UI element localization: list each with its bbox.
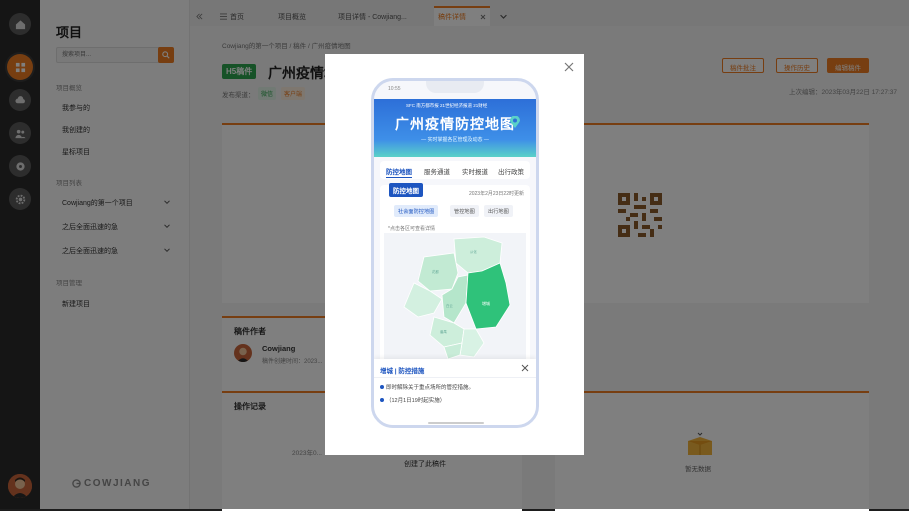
phone-map-card: 防控地图 2023年2月23日22时更新 社会面防控地图 管控地图 出行地图 *…: [380, 183, 530, 367]
location-pin-icon: [510, 116, 520, 128]
phone-notch: [426, 81, 484, 93]
svg-text:花都: 花都: [432, 269, 439, 274]
phone-nav-report[interactable]: 实时报道: [462, 166, 488, 176]
bullet-icon: [380, 385, 384, 389]
phone-preview: 10:55 SFC 南方都市报 21世纪经济报道 21财经 广州疫情防控地图 —…: [371, 78, 539, 428]
media-logos: SFC 南方都市报 21世纪经济报道 21财经: [406, 103, 488, 108]
subtab-control[interactable]: 管控地图: [450, 205, 479, 217]
district-popup: 增城 | 防控措施 即时解除关于重点场所的管控措施。 （12月1日19时起实施）: [374, 359, 536, 425]
guangzhou-district-map[interactable]: 增城 从化 花都 白云 番禺: [384, 233, 526, 363]
subtab-social[interactable]: 社会面防控地图: [394, 205, 439, 217]
svg-text:白云: 白云: [446, 303, 453, 308]
phone-status-time: 10:55: [388, 86, 401, 92]
bullet-icon: [380, 398, 384, 402]
svg-text:增城: 增城: [482, 300, 490, 306]
phone-page-subtitle: — 实时掌握各区管理及动态 —: [421, 137, 489, 143]
phone-nav-map[interactable]: 防控地图: [386, 166, 412, 178]
svg-text:从化: 从化: [470, 249, 477, 254]
popup-line-1: 即时解除关于重点场所的管控措施。: [386, 385, 475, 391]
popup-divider: [374, 377, 536, 378]
svg-text:番禺: 番禺: [440, 329, 447, 334]
home-indicator: [428, 422, 484, 424]
close-icon[interactable]: [564, 62, 574, 72]
subtab-travel[interactable]: 出行地图: [484, 205, 513, 217]
popup-title: 增城 | 防控措施: [380, 368, 425, 375]
map-hint: *点击各区可查看详情: [388, 226, 435, 232]
close-icon[interactable]: [521, 364, 529, 372]
phone-nav-policy[interactable]: 出行政策: [498, 166, 524, 176]
preview-modal: 10:55 SFC 南方都市报 21世纪经济报道 21财经 广州疫情防控地图 —…: [325, 54, 584, 455]
phone-card-date: 2023年2月23日22时更新: [468, 191, 524, 197]
phone-nav-service[interactable]: 服务通道: [424, 166, 450, 176]
phone-banner: SFC 南方都市报 21世纪经济报道 21财经 广州疫情防控地图 — 实时掌握各…: [374, 99, 536, 157]
phone-nav: 防控地图 服务通道 实时报道 出行政策: [380, 161, 530, 179]
popup-line-2: （12月1日19时起实施）: [386, 398, 446, 404]
phone-card-badge: 防控地图: [389, 183, 423, 197]
